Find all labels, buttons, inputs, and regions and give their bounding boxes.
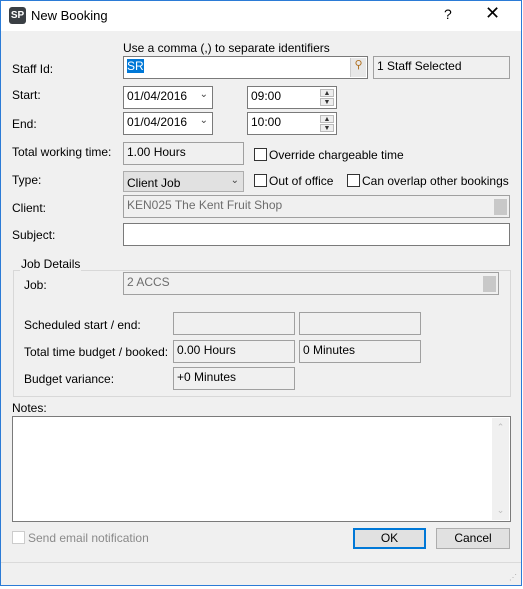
job-lookup-button[interactable] bbox=[483, 276, 496, 292]
client-field[interactable]: KEN025 The Kent Fruit Shop bbox=[123, 195, 510, 218]
start-date-picker[interactable]: 01/04/2016 ⌄ bbox=[123, 86, 213, 109]
footer-divider bbox=[1, 562, 521, 563]
staff-id-value: SR bbox=[127, 59, 144, 73]
staff-selected-count: 1 Staff Selected bbox=[373, 56, 510, 79]
type-label: Type: bbox=[12, 173, 42, 187]
variance-label: Budget variance: bbox=[24, 372, 115, 386]
out-of-office-label[interactable]: Out of office bbox=[269, 174, 333, 188]
scheduled-end bbox=[299, 312, 421, 335]
client-value: KEN025 The Kent Fruit Shop bbox=[127, 198, 283, 212]
staff-id-label: Staff Id: bbox=[12, 62, 54, 76]
total-working-time-label: Total working time: bbox=[12, 145, 112, 159]
start-time-input[interactable]: 09:00 ▲ ▼ bbox=[247, 86, 337, 109]
dialog-window: SP New Booking ? ✕ Use a comma (,) to se… bbox=[0, 0, 522, 586]
variance-value: +0 Minutes bbox=[173, 367, 295, 390]
time-spinner[interactable]: ▲ ▼ bbox=[320, 115, 334, 132]
subject-input[interactable] bbox=[123, 223, 510, 246]
type-value: Client Job bbox=[127, 176, 181, 190]
scheduled-start bbox=[173, 312, 295, 335]
window-title: New Booking bbox=[31, 8, 108, 23]
end-date-value: 01/04/2016 bbox=[127, 115, 188, 129]
chevron-down-icon: ⌄ bbox=[199, 89, 208, 100]
job-details-label: Job Details bbox=[20, 257, 82, 271]
close-button[interactable]: ✕ bbox=[485, 3, 500, 24]
client-lookup-button[interactable] bbox=[494, 199, 507, 215]
overlap-label[interactable]: Can overlap other bookings bbox=[362, 174, 509, 188]
help-button[interactable]: ? bbox=[444, 6, 452, 22]
start-label: Start: bbox=[12, 88, 41, 102]
budget-label: Total time budget / booked: bbox=[24, 345, 169, 359]
override-label[interactable]: Override chargeable time bbox=[269, 148, 404, 162]
title-bar: SP New Booking ? ✕ bbox=[1, 1, 521, 31]
job-label: Job: bbox=[24, 278, 47, 292]
chevron-down-icon: ⌄ bbox=[230, 175, 239, 186]
notes-scrollbar[interactable]: ⌃ ⌄ bbox=[492, 418, 509, 520]
spin-up-icon[interactable]: ▲ bbox=[320, 89, 334, 97]
app-logo-icon: SP bbox=[9, 7, 26, 24]
scroll-down-icon[interactable]: ⌄ bbox=[492, 505, 509, 516]
staff-hint: Use a comma (,) to separate identifiers bbox=[123, 41, 330, 55]
override-checkbox[interactable] bbox=[254, 148, 267, 161]
end-time-input[interactable]: 10:00 ▲ ▼ bbox=[247, 112, 337, 135]
search-icon[interactable]: ⚲ bbox=[350, 58, 366, 77]
start-date-value: 01/04/2016 bbox=[127, 89, 188, 103]
client-label: Client: bbox=[12, 201, 47, 215]
total-working-time-value: 1.00 Hours bbox=[123, 142, 244, 165]
start-time-value: 09:00 bbox=[251, 89, 282, 103]
scheduled-label: Scheduled start / end: bbox=[24, 318, 141, 332]
email-notification-label[interactable]: Send email notification bbox=[28, 531, 149, 545]
chevron-down-icon: ⌄ bbox=[199, 115, 208, 126]
spin-up-icon[interactable]: ▲ bbox=[320, 115, 334, 123]
end-label: End: bbox=[12, 117, 37, 131]
type-select[interactable]: Client Job ⌄ bbox=[123, 171, 244, 192]
ok-button[interactable]: OK bbox=[353, 528, 426, 549]
job-field[interactable]: 2 ACCS bbox=[123, 272, 499, 295]
time-spinner[interactable]: ▲ ▼ bbox=[320, 89, 334, 106]
overlap-checkbox[interactable] bbox=[347, 174, 360, 187]
spin-down-icon[interactable]: ▼ bbox=[320, 124, 334, 132]
end-time-value: 10:00 bbox=[251, 115, 282, 129]
booked-value: 0 Minutes bbox=[299, 340, 421, 363]
email-notification-checkbox[interactable] bbox=[12, 531, 25, 544]
end-date-picker[interactable]: 01/04/2016 ⌄ bbox=[123, 112, 213, 135]
notes-label: Notes: bbox=[12, 401, 47, 415]
job-value: 2 ACCS bbox=[127, 275, 170, 289]
spin-down-icon[interactable]: ▼ bbox=[320, 98, 334, 106]
notes-textarea[interactable]: ⌃ ⌄ bbox=[12, 416, 511, 522]
out-of-office-checkbox[interactable] bbox=[254, 174, 267, 187]
resize-grip-icon[interactable]: ⋰ bbox=[509, 573, 517, 582]
subject-label: Subject: bbox=[12, 228, 56, 242]
cancel-button[interactable]: Cancel bbox=[436, 528, 510, 549]
budget-value: 0.00 Hours bbox=[173, 340, 295, 363]
scroll-up-icon[interactable]: ⌃ bbox=[492, 422, 509, 433]
staff-id-input[interactable]: SR ⚲ bbox=[123, 56, 368, 79]
